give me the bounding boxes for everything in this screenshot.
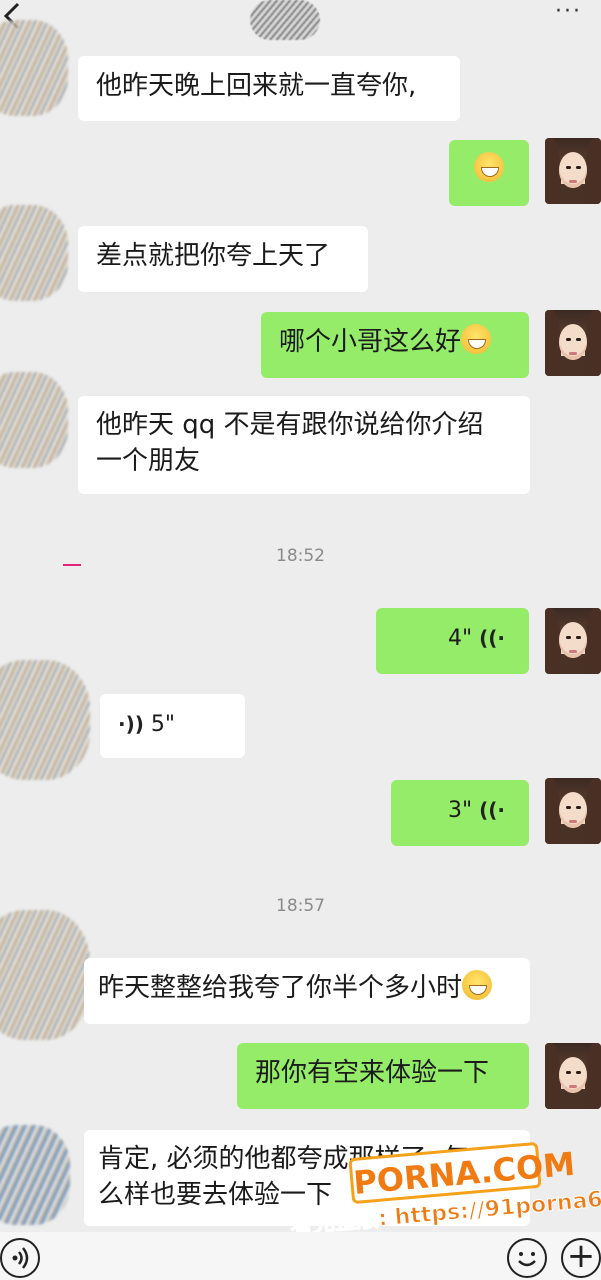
message-bubble-incoming[interactable]: 他昨天 qq 不是有跟你说给你介绍 一个朋友 [78, 396, 530, 494]
message-text: 差点就把你夸上天了 [96, 241, 331, 271]
grin-emoji-icon [462, 970, 493, 1000]
message-bubble-incoming[interactable]: 昨天整整给我夸了你半个多小时 [84, 958, 530, 1024]
message-text: 昨天整整给我夸了你半个多小时 [98, 973, 463, 1003]
message-bubble-outgoing[interactable]: 那你有空来体验一下 [237, 1043, 529, 1109]
voice-message-outgoing[interactable]: 3" ((· [391, 780, 529, 846]
user-avatar[interactable] [545, 608, 601, 674]
voice-wave-icon: ((· [479, 798, 505, 822]
voice-duration: 4" [447, 626, 473, 651]
contact-avatar[interactable] [0, 910, 90, 1040]
more-functions-button[interactable]: + [561, 1238, 601, 1278]
user-avatar[interactable] [545, 138, 601, 204]
message-text: 那你有空来体验一下 [255, 1058, 490, 1088]
timestamp: 18:52 [276, 546, 325, 566]
message-bubble-outgoing[interactable] [449, 140, 529, 206]
message-bubble-outgoing[interactable]: 哪个小哥这么好 [261, 312, 529, 378]
contact-avatar[interactable] [0, 20, 68, 116]
timestamp: 18:57 [276, 896, 325, 916]
message-text: 哪个小哥这么好 [279, 327, 462, 357]
voice-duration: 3" [447, 798, 473, 823]
voice-message-incoming[interactable]: ·)) 5" [100, 694, 245, 758]
thinking-emoji-icon [461, 324, 492, 354]
redacted-title [250, 0, 320, 40]
user-avatar[interactable] [545, 310, 601, 376]
contact-avatar[interactable] [0, 205, 68, 301]
more-options-icon[interactable]: ··· [555, 1, 589, 23]
user-avatar[interactable] [545, 1043, 601, 1109]
message-bubble-incoming[interactable]: 差点就把你夸上天了 [78, 226, 368, 292]
contact-avatar[interactable] [0, 1125, 70, 1225]
voice-input-icon[interactable] [0, 1238, 40, 1278]
voice-duration: 5" [150, 712, 176, 737]
grin-emoji-icon [474, 152, 504, 182]
contact-avatar[interactable] [0, 372, 68, 468]
message-text-line: 一个朋友 [96, 446, 201, 476]
message-text: 他昨天晚上回来就一直夸你, [96, 71, 417, 101]
voice-wave-icon: ·)) [118, 712, 144, 736]
user-avatar[interactable] [545, 778, 601, 844]
message-bubble-incoming[interactable]: 他昨天晚上回来就一直夸你, [78, 56, 460, 121]
contact-avatar[interactable] [0, 660, 90, 780]
voice-wave-icon: ((· [479, 626, 505, 650]
voice-message-outgoing[interactable]: 4" ((· [376, 608, 529, 674]
smiley-icon[interactable] [507, 1238, 547, 1278]
message-text-line: 他昨天 qq 不是有跟你说给你介绍 [96, 410, 484, 440]
